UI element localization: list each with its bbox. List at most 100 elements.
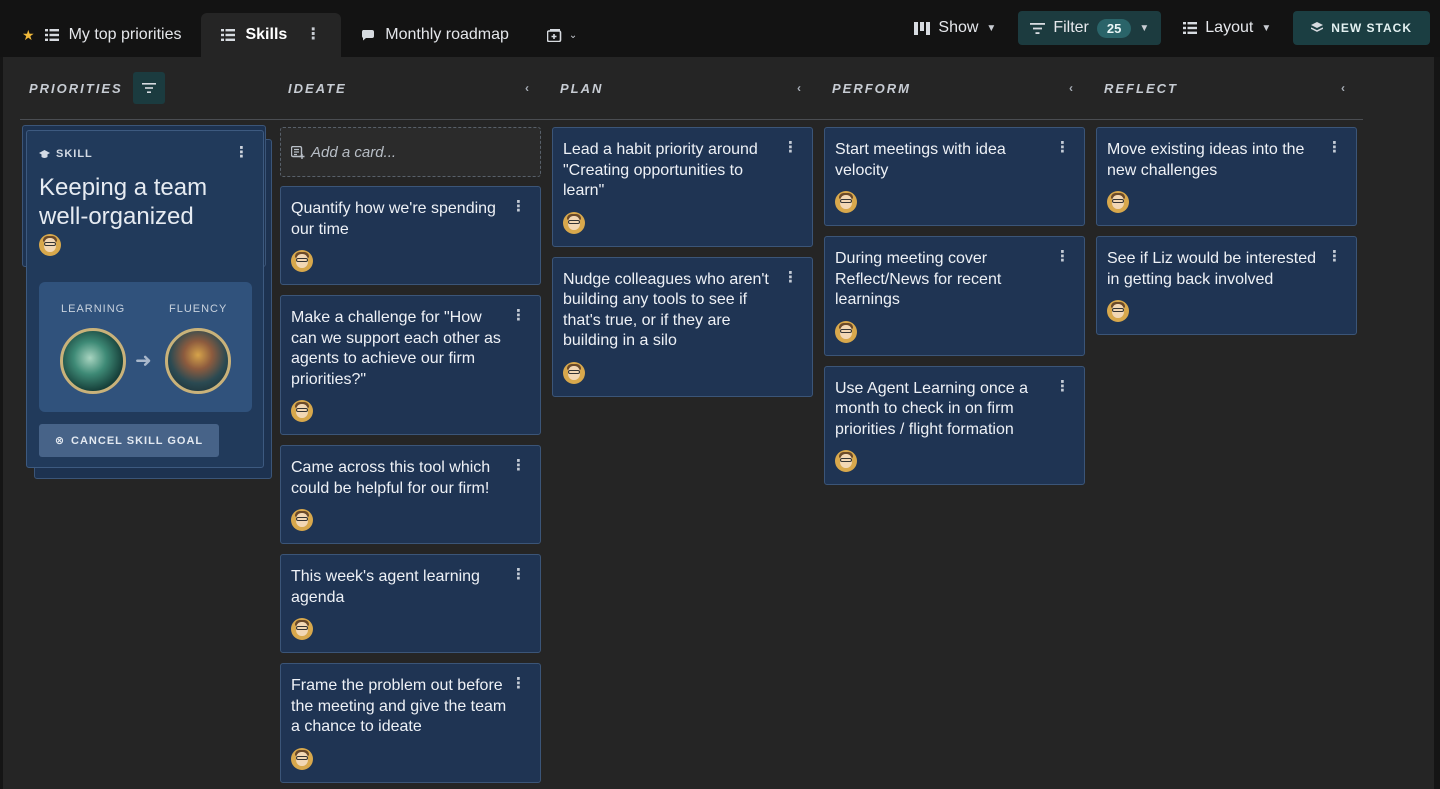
card[interactable]: Make a challenge for "How can we support… — [280, 295, 541, 435]
more-vertical-icon[interactable]: ⋮ — [1055, 140, 1070, 155]
collapse-left-icon[interactable]: ‹ — [797, 81, 803, 95]
graduation-cap-icon — [39, 149, 50, 158]
chevron-down-icon: ⌄ — [568, 29, 578, 41]
chat-icon — [361, 29, 375, 41]
card-text: Quantify how we're spending our time — [291, 200, 496, 238]
avatar — [291, 250, 313, 272]
filter-icon — [1030, 22, 1046, 34]
avatar — [835, 191, 857, 213]
more-vertical-icon[interactable]: ⋮ — [234, 143, 249, 161]
column-perform: Start meetings with idea velocity ⋮ Durin… — [824, 127, 1085, 495]
new-stack-button[interactable]: NEW STACK — [1293, 11, 1430, 45]
list-icon — [221, 29, 236, 41]
add-card-button[interactable]: Add a card... — [280, 127, 541, 177]
show-label: Show — [938, 19, 979, 36]
more-vertical-icon[interactable]: ⋮ — [511, 199, 526, 214]
to-level-label: FLUENCY — [169, 303, 228, 315]
collapse-left-icon[interactable]: ‹ — [1069, 81, 1075, 95]
skill-card[interactable]: SKILL ⋮ Keeping a team well-organized LE… — [26, 130, 264, 468]
column-header-ideate: IDEATE ‹ — [288, 57, 531, 119]
column-plan: Lead a habit priority around "Creating o… — [552, 127, 813, 407]
tab-skills[interactable]: Skills ⋮ — [201, 13, 342, 57]
tab-label: Monthly roadmap — [385, 26, 509, 43]
tab-monthly-roadmap[interactable]: Monthly roadmap — [341, 13, 529, 57]
more-vertical-icon[interactable]: ⋮ — [783, 270, 798, 285]
avatar — [835, 320, 857, 343]
card-text: Nudge colleagues who aren't building any… — [563, 270, 769, 350]
add-view-button[interactable]: ⌄ — [529, 13, 597, 57]
more-vertical-icon[interactable]: ⋮ — [1327, 140, 1342, 155]
more-vertical-icon[interactable]: ⋮ — [511, 567, 526, 582]
tab-label: My top priorities — [68, 26, 182, 43]
tab-my-top-priorities[interactable]: ★ My top priorities — [0, 13, 201, 57]
card[interactable]: Start meetings with idea velocity ⋮ — [824, 127, 1085, 226]
more-vertical-icon[interactable]: ⋮ — [1055, 249, 1070, 264]
learning-badge-icon — [60, 328, 126, 394]
skill-title: Keeping a team well-organized — [39, 174, 208, 230]
list-icon — [1183, 22, 1198, 34]
card[interactable]: Frame the problem out before the meeting… — [280, 663, 541, 783]
priorities-filter-button[interactable] — [132, 72, 165, 104]
card[interactable]: Came across this tool which could be hel… — [280, 445, 541, 544]
column-header-perform: PERFORM ‹ — [832, 57, 1075, 119]
column-header-priorities: PRIORITIES — [29, 57, 269, 119]
star-icon: ★ — [22, 26, 35, 43]
column-title: IDEATE — [288, 80, 347, 96]
column-title: PRIORITIES — [29, 80, 123, 96]
avatar — [835, 450, 857, 472]
show-button[interactable]: Show ▼ — [902, 11, 1008, 45]
more-vertical-icon[interactable]: ⋮ — [1055, 379, 1070, 394]
card[interactable]: Lead a habit priority around "Creating o… — [552, 127, 813, 247]
column-header-reflect: REFLECT ‹ — [1104, 57, 1347, 119]
avatar — [1107, 300, 1129, 322]
header-divider — [20, 119, 1363, 120]
more-vertical-icon[interactable]: ⋮ — [783, 140, 798, 155]
filter-button[interactable]: Filter 25 ▼ — [1018, 11, 1162, 45]
cancel-circle-icon: ⊗ — [54, 435, 66, 447]
card-text: Frame the problem out before the meeting… — [291, 677, 507, 735]
card[interactable]: Use Agent Learning once a month to check… — [824, 365, 1085, 485]
filter-icon — [141, 83, 156, 93]
chevron-down-icon: ▼ — [1139, 22, 1150, 34]
list-icon — [44, 29, 59, 41]
card-text: Make a challenge for "How can we support… — [291, 309, 501, 388]
more-vertical-icon[interactable]: ⋮ — [511, 308, 526, 323]
card[interactable]: See if Liz would be interested in gettin… — [1096, 236, 1357, 335]
avatar — [291, 747, 313, 770]
collapse-left-icon[interactable]: ‹ — [1341, 81, 1347, 95]
fluency-badge-icon — [165, 328, 231, 394]
stack-icon — [1311, 22, 1324, 34]
card-text: Lead a habit priority around "Creating o… — [563, 141, 758, 199]
column-title: PLAN — [560, 80, 604, 96]
more-vertical-icon[interactable]: ⋮ — [1327, 249, 1342, 264]
avatar — [1107, 191, 1129, 213]
card[interactable]: Quantify how we're spending our time ⋮ — [280, 186, 541, 285]
card[interactable]: Nudge colleagues who aren't building any… — [552, 256, 813, 397]
add-card-icon — [291, 145, 305, 159]
card-text: Use Agent Learning once a month to check… — [835, 379, 1029, 438]
column-title: REFLECT — [1104, 80, 1178, 96]
tab-label: Skills — [245, 26, 288, 43]
add-card-placeholder: Add a card... — [311, 143, 397, 161]
columns-icon — [914, 21, 931, 35]
more-vertical-icon[interactable]: ⋮ — [511, 676, 526, 691]
card-text: See if Liz would be interested in gettin… — [1107, 250, 1317, 288]
more-vertical-icon[interactable]: ⋮ — [305, 27, 321, 43]
card-text: Came across this tool which could be hel… — [291, 459, 491, 497]
card[interactable]: This week's agent learning agenda ⋮ — [280, 554, 541, 653]
card[interactable]: During meeting cover Reflect/News for re… — [824, 236, 1085, 356]
cancel-skill-goal-button[interactable]: ⊗ CANCEL SKILL GOAL — [39, 424, 219, 457]
filter-label: Filter — [1053, 19, 1089, 36]
chevron-down-icon: ▼ — [986, 22, 997, 34]
avatar — [563, 361, 585, 384]
board: PRIORITIES IDEATE ‹ PLAN ‹ PERFORM ‹ REF… — [3, 57, 1434, 789]
collapse-left-icon[interactable]: ‹ — [525, 81, 531, 95]
arrow-right-icon: ➜ — [135, 350, 152, 372]
skill-label: SKILL — [39, 148, 93, 160]
avatar — [39, 234, 61, 256]
card[interactable]: Move existing ideas into the new challen… — [1096, 127, 1357, 226]
skill-progress-panel: LEARNING FLUENCY ➜ — [39, 282, 252, 412]
layout-button[interactable]: Layout ▼ — [1171, 11, 1283, 45]
more-vertical-icon[interactable]: ⋮ — [511, 458, 526, 473]
column-reflect: Move existing ideas into the new challen… — [1096, 127, 1357, 345]
